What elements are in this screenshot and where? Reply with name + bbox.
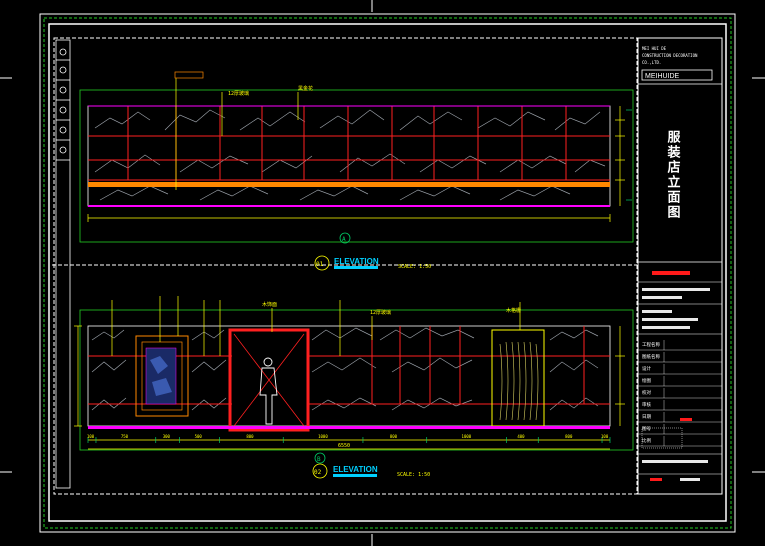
lower-right-dimensions [615, 326, 625, 426]
dimension-label: 1000 [462, 434, 472, 439]
upper-glass-grid [88, 106, 610, 181]
upper-bottom-dimension [87, 214, 611, 222]
lower-elevation-number: 02 [314, 469, 322, 476]
human-figure-icon [259, 357, 278, 425]
title-row-label: 工程名称 [642, 341, 660, 348]
dimension-label: 400 [517, 434, 525, 439]
lower-elevation-scale: SCALE: 1:50 [397, 472, 430, 478]
upper-section-letter: A [342, 236, 346, 243]
upper-right-dim-ticks [626, 109, 632, 201]
dimension-label: 100 [87, 434, 95, 439]
cad-drawing-sheet: 12厚玻璃 黑金花 A 01 ELEVATION SCALE: 1:50 木饰面… [0, 0, 765, 546]
lower-elevation-label: ELEVATION [333, 465, 378, 474]
lower-wood-grille [491, 329, 545, 427]
company-name-line-1: MEI HUI DE [642, 46, 667, 51]
lower-left-dimensions [74, 325, 82, 427]
lower-annotation-grille: 木格栅 [506, 307, 521, 314]
title-row-label: 日期 [642, 414, 651, 420]
title-block: MEI HUI DE CONSTRUCTION DECORATION CO.,L… [637, 37, 723, 495]
company-logo-text: MEIHUIDE [645, 73, 680, 80]
title-block-rows: 工程名称图纸名称设计绘图校对审核日期图号比例 [638, 340, 722, 447]
dimension-label: 100 [601, 434, 609, 439]
title-row-label: 设计 [642, 365, 651, 372]
upper-elevation-number: 01 [316, 261, 324, 268]
upper-annotation-glass: 12厚玻璃 [228, 90, 249, 97]
lower-elevation: 木饰面 12厚玻璃 木格栅 100 750 300 500 800 1000 800 1000… [74, 296, 634, 479]
lower-annotation-door: 木饰面 [262, 301, 277, 308]
dimension-label: 800 [246, 434, 254, 439]
upper-skirting-band [88, 182, 610, 187]
title-red-bar [652, 271, 690, 275]
dimension-label: 750 [121, 434, 129, 439]
lower-floor-line [88, 426, 610, 429]
dimension-label: 1000 [318, 434, 328, 439]
company-name-line-3: CO.,LTD. [642, 60, 661, 65]
title-row-label: 绘图 [642, 377, 651, 384]
lower-total-dimension: 6550 [338, 443, 350, 449]
title-row-label: 审核 [642, 401, 651, 408]
dimension-label: 800 [390, 434, 398, 439]
dimension-label: 300 [163, 434, 171, 439]
upper-annotation-marble: 黑金花 [298, 85, 313, 92]
company-name-line-2: CONSTRUCTION DECORATION [642, 53, 698, 58]
title-row-label: 校对 [642, 389, 651, 396]
sheet-frame [39, 13, 736, 533]
drawing-title: 服装店立面图 [665, 130, 682, 220]
dimension-label: 800 [565, 434, 573, 439]
frame-crosshairs [0, 0, 765, 546]
title-row-label: 图号 [642, 426, 651, 432]
title-row-label: 比例 [642, 437, 651, 444]
upper-right-dimensions [615, 106, 625, 206]
upper-elevation-scale: SCALE: 1:50 [398, 264, 431, 270]
left-index-strip [55, 39, 71, 489]
lower-door [228, 328, 310, 432]
lower-section-letter: B [317, 456, 321, 463]
lower-annotation-glass: 12厚玻璃 [370, 309, 391, 316]
dimension-label: 500 [195, 434, 203, 439]
upper-elevation: 12厚玻璃 黑金花 A 01 ELEVATION SCALE: 1:50 [79, 71, 634, 271]
title-row-label: 图纸名称 [642, 353, 660, 360]
lower-dimension-chain: 100 750 300 500 800 1000 800 1000 400 800 100 [87, 434, 611, 443]
upper-elevation-label: ELEVATION [334, 257, 379, 266]
